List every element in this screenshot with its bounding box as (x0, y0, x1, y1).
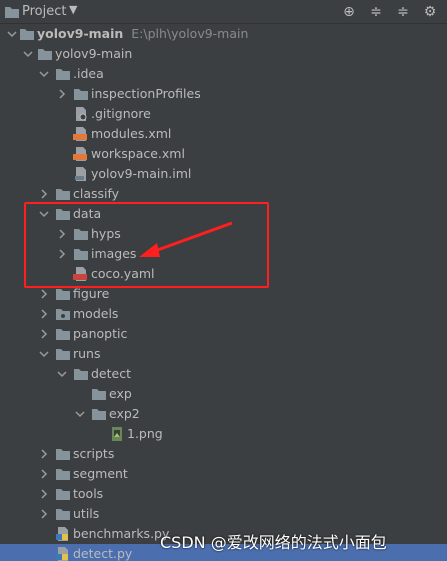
panel-title[interactable]: Project (22, 4, 66, 19)
folder-icon (74, 369, 88, 380)
watermark: CSDN @爱改网络的法式小面包 (160, 533, 387, 552)
collapse-all-icon[interactable]: ≑ (367, 3, 385, 21)
tree-row-1-png[interactable]: 1.png (0, 424, 447, 444)
folder-icon (56, 349, 70, 360)
tree-item-label: .gitignore (91, 106, 151, 121)
folder-icon (20, 29, 34, 40)
expand-all-icon[interactable]: ≑ (394, 3, 412, 21)
folder-icon (56, 469, 70, 480)
root-label: yolov9-main E:\plh\yolov9-main (37, 26, 248, 42)
chevron-down-icon[interactable] (38, 348, 50, 360)
tree-row-gitignore[interactable]: .gitignore (0, 104, 447, 124)
folder-icon (56, 329, 70, 340)
tree-item-label: workspace.xml (91, 146, 185, 161)
folder-icon (56, 449, 70, 460)
tree-item-label: exp2 (109, 406, 140, 421)
folder-icon (5, 7, 19, 18)
tree-row-exp2[interactable]: exp2 (0, 404, 447, 424)
tree-item-label: modules.xml (91, 126, 172, 141)
folder-icon (56, 509, 70, 520)
tree-row-classify[interactable]: classify (0, 184, 447, 204)
chevron-down-icon[interactable] (38, 68, 50, 80)
chevron-down-icon[interactable] (74, 408, 86, 420)
chevron-right-icon[interactable] (38, 188, 50, 200)
tree-row-modules-xml[interactable]: modules.xml (0, 124, 447, 144)
gitignore-file-icon (76, 107, 87, 121)
folder-icon (92, 409, 106, 420)
tree-item-label: runs (73, 346, 101, 361)
tree-row-scripts[interactable]: scripts (0, 444, 447, 464)
folder-icon (56, 69, 70, 80)
folder-icon (56, 489, 70, 500)
chevron-right-icon[interactable] (38, 488, 50, 500)
tree-item-label: tools (73, 486, 104, 501)
tree-row-workspace-xml[interactable]: workspace.xml (0, 144, 447, 164)
chevron-right-icon[interactable] (38, 308, 50, 320)
tree-item-label: panoptic (73, 326, 128, 341)
root-path: E:\plh\yolov9-main (131, 26, 249, 41)
chevron-down-icon[interactable] (22, 48, 34, 60)
tree-item-label: models (73, 306, 119, 321)
tree-item-label: exp (109, 386, 132, 401)
tree-item-label: inspectionProfiles (91, 86, 201, 101)
python-file-icon (56, 527, 68, 541)
folder-icon (56, 189, 70, 200)
annotation-highlight-box (24, 202, 269, 288)
tree-row-detect[interactable]: detect (0, 364, 447, 384)
package-folder-icon (56, 309, 70, 320)
locate-icon[interactable]: ⊕ (340, 3, 358, 21)
chevron-right-icon[interactable] (56, 88, 68, 100)
chevron-down-icon[interactable] (56, 368, 68, 380)
tree-row-panoptic[interactable]: panoptic (0, 324, 447, 344)
iml-file-icon (75, 167, 86, 181)
tree-item-label: detect (91, 366, 131, 381)
tree-row-exp[interactable]: exp (0, 384, 447, 404)
chevron-right-icon[interactable] (38, 468, 50, 480)
project-tree: yolov9-main E:\plh\yolov9-main yolov9-mai… (0, 24, 447, 561)
folder-icon (56, 289, 70, 300)
root-name: yolov9-main (37, 26, 124, 41)
tree-item-label: segment (73, 466, 128, 481)
python-file-icon (56, 547, 68, 561)
tree-item-label: scripts (73, 446, 115, 461)
tree-row-idea[interactable]: .idea (0, 64, 447, 84)
tree-item-label: classify (73, 186, 120, 201)
chevron-right-icon[interactable] (38, 328, 50, 340)
tree-item-label: figure (73, 286, 110, 301)
chevron-down-icon[interactable]: ▼ (69, 3, 77, 16)
tree-row-tools[interactable]: tools (0, 484, 447, 504)
xml-file-icon (73, 127, 87, 141)
gear-icon[interactable]: ⚙ (421, 3, 439, 21)
chevron-down-icon[interactable] (6, 28, 18, 40)
tree-item-label: utils (73, 506, 100, 521)
tree-item-label: benchmarks.py (73, 526, 170, 541)
image-file-icon (112, 427, 122, 441)
tree-row-inspectionProfiles[interactable]: inspectionProfiles (0, 84, 447, 104)
tree-item-label: yolov9-main (55, 46, 133, 61)
tree-row-utils[interactable]: utils (0, 504, 447, 524)
tree-row-runs[interactable]: runs (0, 344, 447, 364)
project-toolbar: Project ▼ ⊕ ≑ ≑ ⚙ (0, 0, 447, 24)
xml-file-icon (73, 147, 87, 161)
folder-icon (74, 89, 88, 100)
tree-row-yolov9-main[interactable]: yolov9-main (0, 44, 447, 64)
chevron-right-icon[interactable] (38, 448, 50, 460)
tree-item-label: yolov9-main.iml (91, 166, 192, 181)
chevron-right-icon[interactable] (38, 508, 50, 520)
folder-icon (92, 389, 106, 400)
tree-row-models[interactable]: models (0, 304, 447, 324)
tree-row-root[interactable]: yolov9-main E:\plh\yolov9-main (0, 24, 447, 44)
folder-icon (38, 49, 52, 60)
tree-item-label: detect.py (73, 546, 133, 561)
tree-row-iml[interactable]: yolov9-main.iml (0, 164, 447, 184)
tree-item-label: .idea (73, 66, 104, 81)
chevron-right-icon[interactable] (38, 288, 50, 300)
tree-item-label: 1.png (127, 426, 163, 441)
tree-row-segment[interactable]: segment (0, 464, 447, 484)
